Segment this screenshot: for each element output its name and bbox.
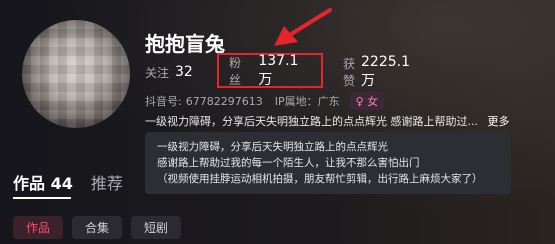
female-icon: ♀ [355,95,364,108]
following-stat[interactable]: 关注 32 [145,64,215,81]
tab-recommend[interactable]: 推荐 [91,170,123,194]
avatar[interactable] [22,20,130,128]
likes-label: 获赞 [343,57,356,88]
bio-line-3: （视频使用挂脖运动相机拍摄，朋友帮忙剪辑，出行路上麻烦大家了） [157,173,483,185]
chip-short-drama[interactable]: 短剧 [131,216,182,239]
bio-preview: 一级视力障碍，分享后天失明独立路上的点点辉光 感谢路上帮助过... 更多 [145,113,509,129]
bio-line-2: 感谢路上帮助过我的每一个陌生人，让我不那么害怕出门 [157,157,420,169]
followers-value: 137.1万 [258,52,299,88]
annotation-arrow-icon [274,8,332,46]
gender-badge: ♀ 女 [349,92,385,110]
ip-location: IP属地：广东 [274,95,340,108]
chip-works[interactable]: 作品 [13,216,64,239]
active-tab-indicator [13,197,71,199]
meta-row: 抖音号: 67782297613 IP属地：广东 ♀ 女 [145,92,385,110]
content-tabs: 作品 44 推荐 [13,170,123,194]
bio-popover: 一级视力障碍，分享后天失明独立路上的点点辉光 感谢路上帮助过我的每一个陌生人，让… [145,132,511,194]
more-link[interactable]: 更多 [487,115,509,128]
filter-chips: 作品 合集 短剧 [13,216,182,239]
following-label: 关注 [145,65,170,80]
following-value: 32 [175,64,193,80]
likes-value: 2225.1万 [361,54,411,89]
bio-preview-text: 一级视力障碍，分享后天失明独立路上的点点辉光 感谢路上帮助过... [145,115,478,128]
douyin-id-label: 抖音号: [145,95,182,108]
chip-collections[interactable]: 合集 [72,216,123,239]
followers-label: 粉丝 [229,55,242,87]
douyin-id-value[interactable]: 67782297613 [186,95,263,108]
stats-row: 关注 32 粉丝 137.1万 获赞 2225.1万 [145,53,410,90]
tab-works[interactable]: 作品 44 [13,170,73,194]
gender-label: 女 [367,95,379,108]
bio-line-1: 一级视力障碍，分享后天失明独立路上的点点辉光 [157,141,388,153]
likes-stat[interactable]: 获赞 2225.1万 [343,54,410,90]
followers-stat[interactable]: 粉丝 137.1万 [217,53,323,88]
nickname: 抱抱盲兔 [145,32,225,56]
